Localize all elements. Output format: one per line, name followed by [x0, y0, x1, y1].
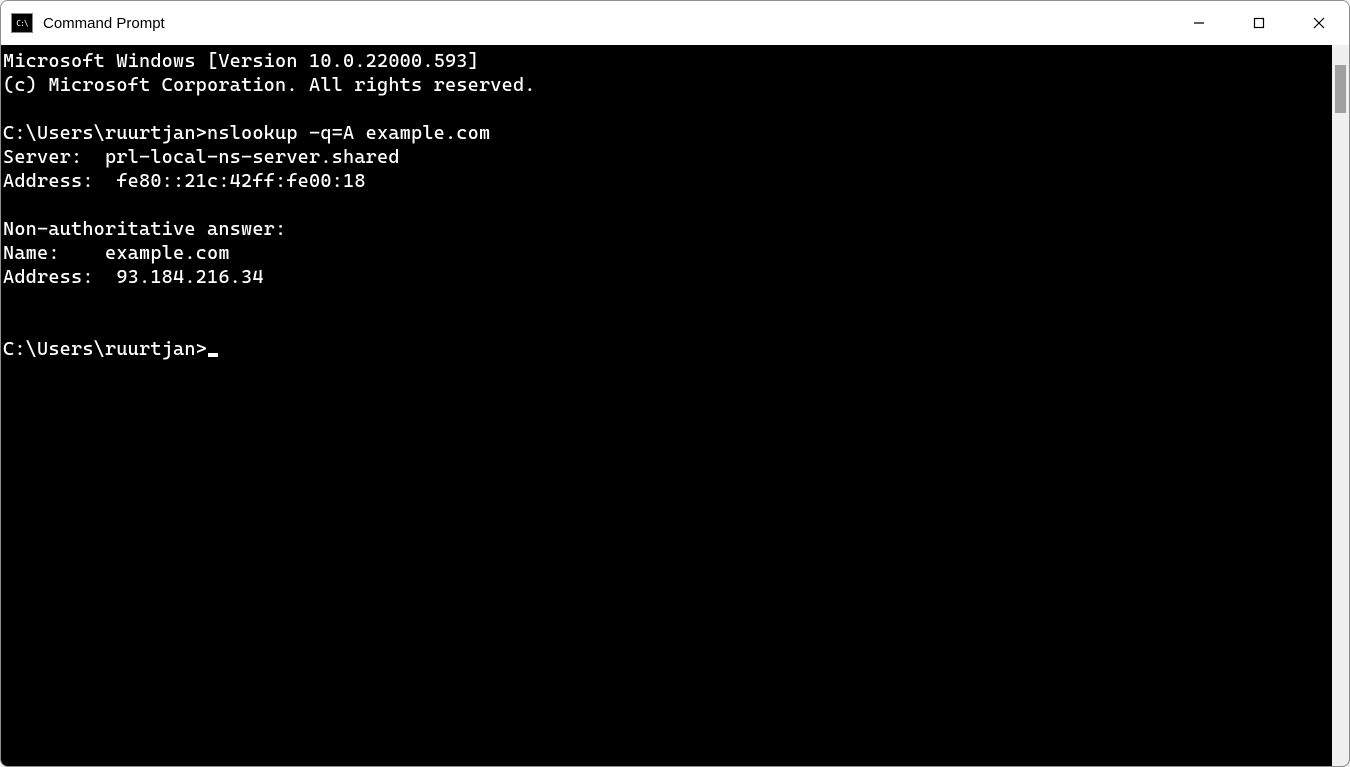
scroll-thumb[interactable] — [1335, 65, 1346, 113]
cursor — [208, 353, 218, 357]
cmd-icon: C:\ — [11, 13, 33, 33]
close-button[interactable] — [1289, 1, 1349, 45]
scrollbar[interactable] — [1332, 45, 1349, 766]
minimize-button[interactable] — [1169, 1, 1229, 45]
window-controls — [1169, 1, 1349, 45]
window-title: Command Prompt — [43, 15, 1169, 32]
command-prompt-window: C:\ Command Prompt Microsoft Windows [Ve… — [0, 0, 1350, 767]
titlebar[interactable]: C:\ Command Prompt — [1, 1, 1349, 45]
terminal-container: Microsoft Windows [Version 10.0.22000.59… — [1, 45, 1349, 766]
maximize-button[interactable] — [1229, 1, 1289, 45]
terminal-output[interactable]: Microsoft Windows [Version 10.0.22000.59… — [1, 45, 1332, 766]
